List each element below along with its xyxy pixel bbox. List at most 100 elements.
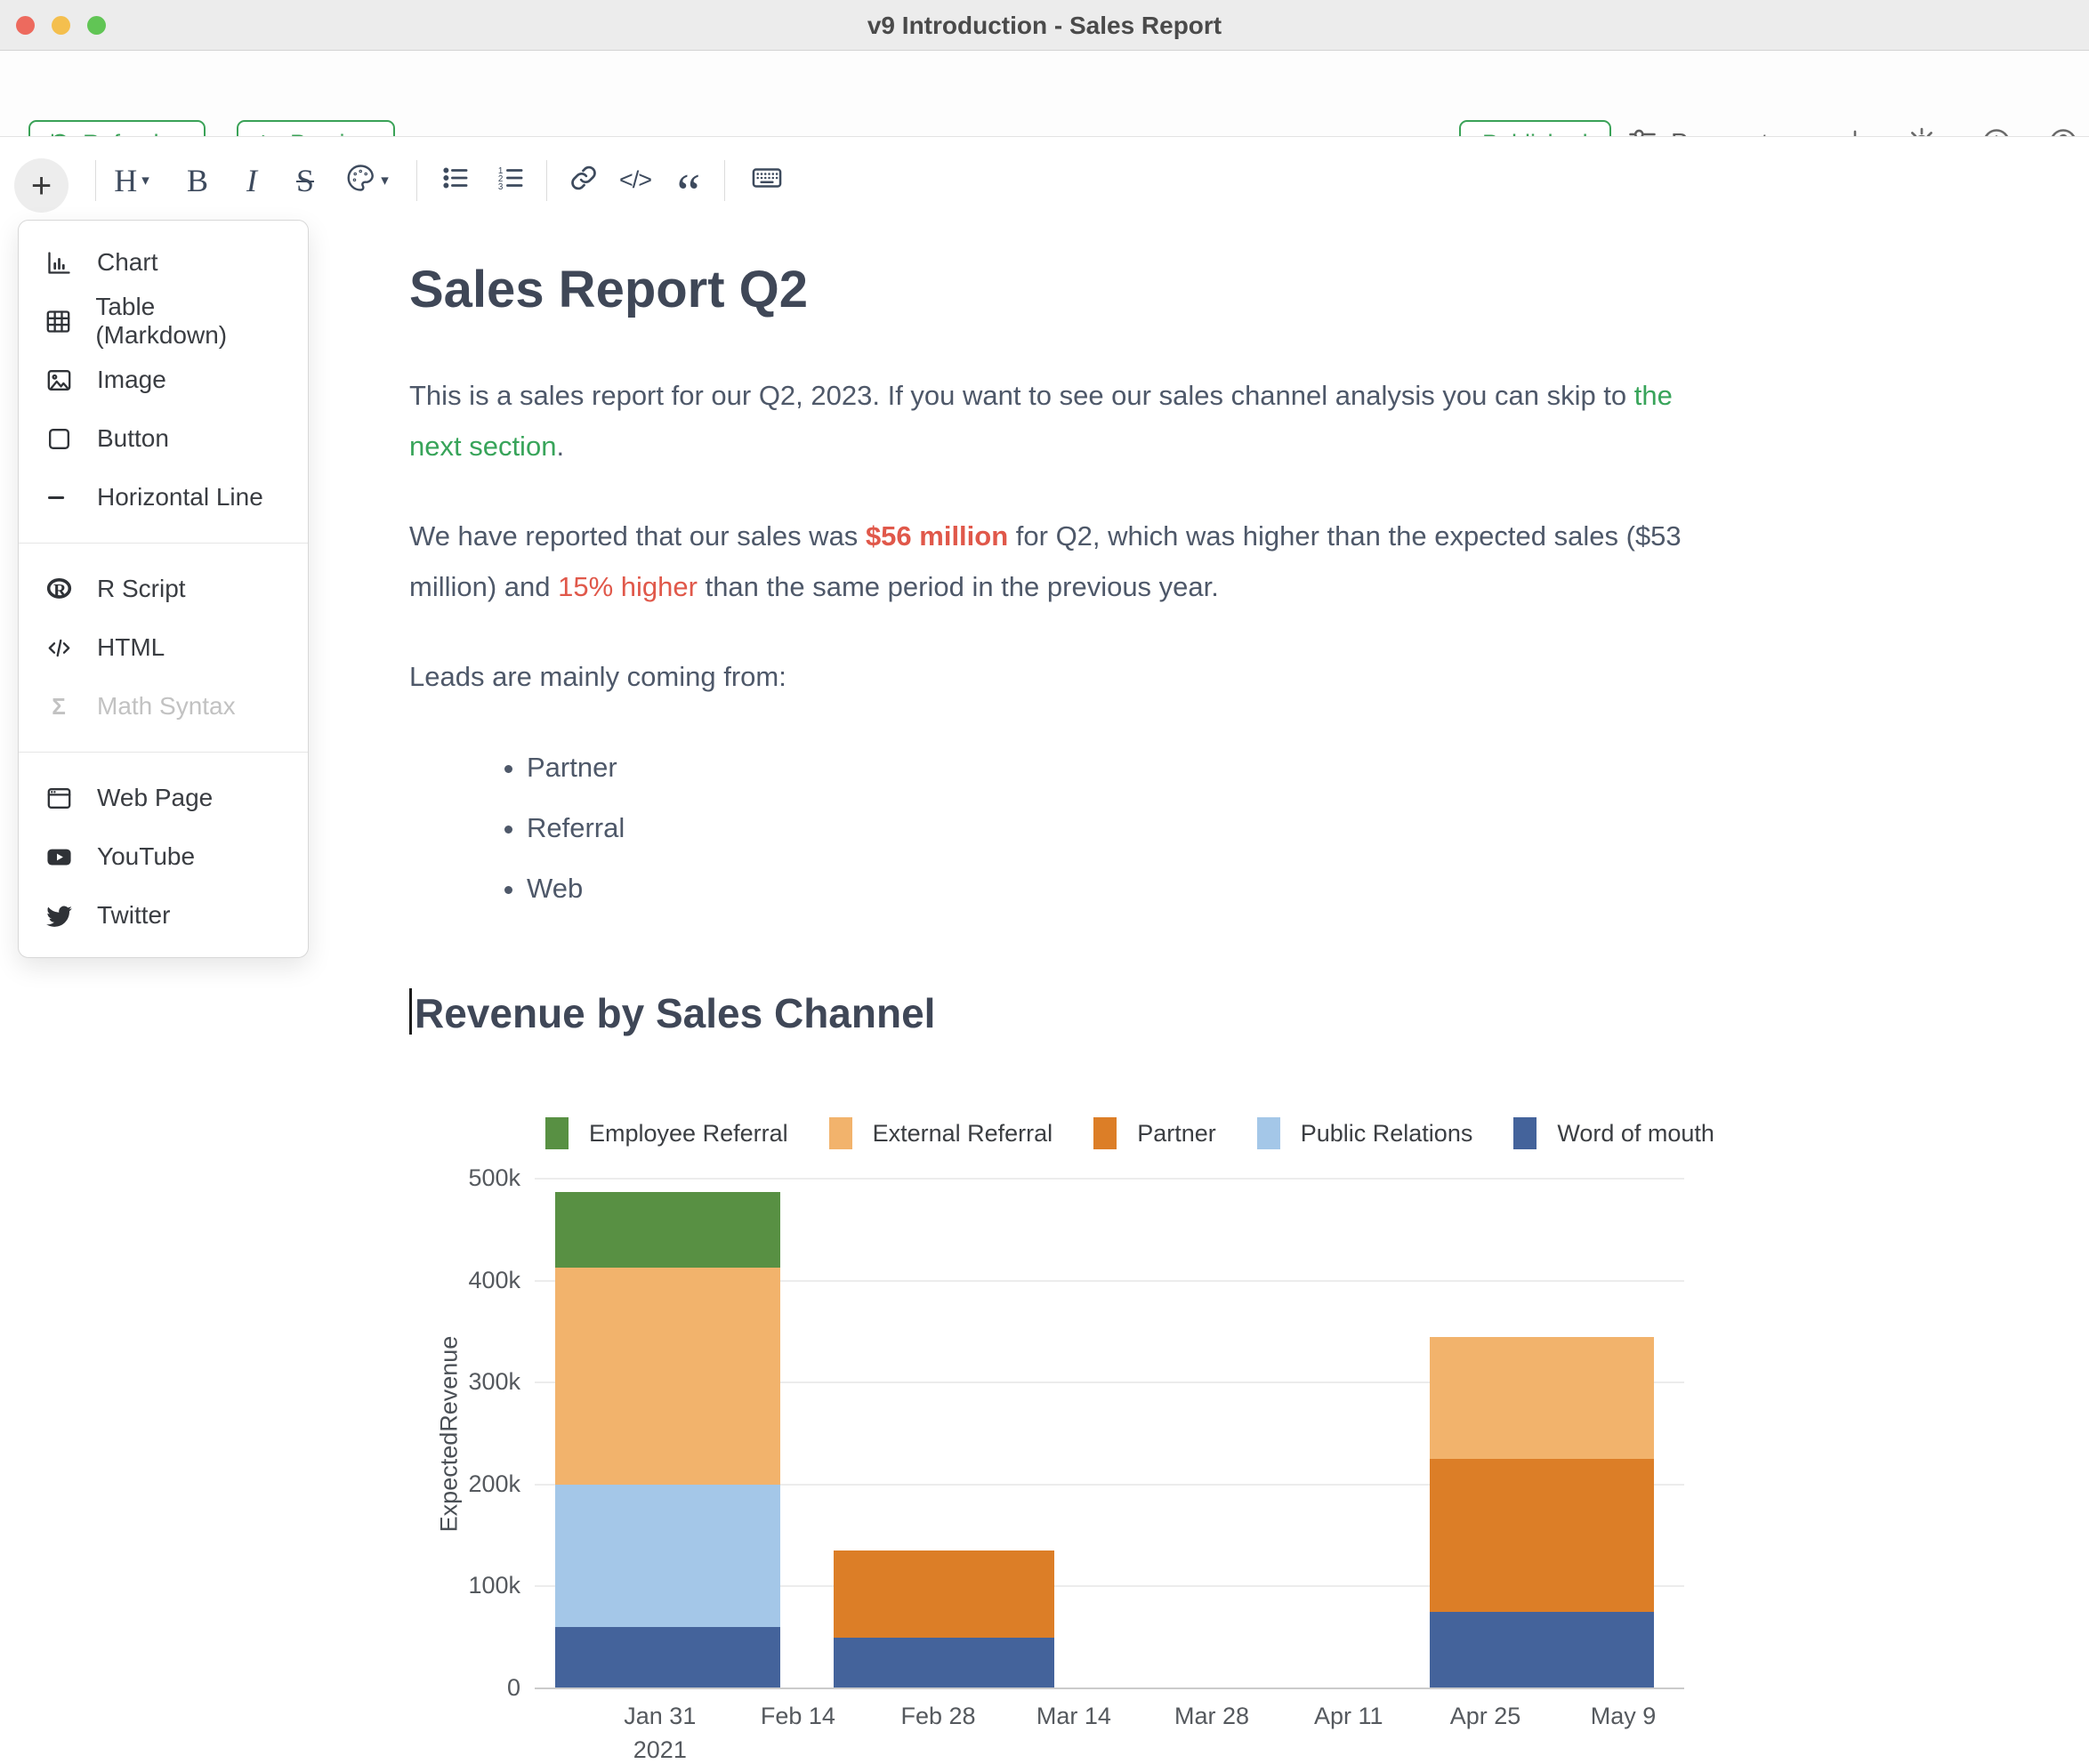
minimize-window-button[interactable] (52, 16, 70, 35)
legend-color-chip (545, 1117, 569, 1149)
paragraph-text: than the same period in the previous yea… (698, 571, 1219, 602)
menu-item-image[interactable]: Image (19, 350, 308, 409)
menu-item-r-script[interactable]: R R Script (19, 560, 308, 618)
chevron-down-icon: ▾ (381, 172, 389, 189)
titlebar: v9 Introduction - Sales Report (0, 0, 2089, 51)
x-axis-tick-label: Feb 28 (875, 1703, 1000, 1730)
legend-color-chip (1513, 1117, 1537, 1149)
strikethrough-icon: S (296, 162, 314, 199)
legend-entry-word-of-mouth[interactable]: Word of mouth (1513, 1117, 1714, 1149)
maximize-window-button[interactable] (87, 16, 106, 35)
menu-item-horizontal-line[interactable]: Horizontal Line (19, 468, 308, 527)
italic-button[interactable]: I (246, 137, 257, 223)
keyboard-icon (750, 161, 784, 199)
x-axis-tick-label: Jan 31 (598, 1703, 722, 1730)
keyboard-shortcuts-button[interactable] (750, 137, 784, 223)
link-button[interactable] (569, 137, 599, 223)
menu-item-html[interactable]: HTML (19, 618, 308, 677)
window-title: v9 Introduction - Sales Report (0, 0, 2089, 51)
page-title: Sales Report Q2 (409, 263, 1708, 317)
paragraph-text: We have reported that our sales was (409, 520, 866, 552)
strikethrough-button[interactable]: S (296, 137, 314, 223)
ordered-list-icon: 123 (496, 163, 526, 197)
link-icon (569, 163, 599, 197)
x-axis-tick-label: Apr 25 (1423, 1703, 1547, 1730)
legend-label: Word of mouth (1557, 1120, 1714, 1148)
paragraph-text: . (556, 431, 564, 462)
legend-color-chip (1093, 1117, 1117, 1149)
svg-text:R: R (53, 581, 67, 600)
code-button[interactable]: </> (619, 137, 651, 223)
toolbar-divider (546, 160, 547, 201)
menu-item-label: R Script (97, 575, 186, 603)
bar-segment-partner (834, 1551, 1054, 1637)
y-axis-tick-label: 0 (432, 1674, 520, 1702)
legend-color-chip (1257, 1117, 1280, 1149)
menu-item-chart[interactable]: Chart (19, 233, 308, 292)
menu-divider (19, 752, 308, 753)
toolbar-divider (724, 160, 725, 201)
menu-item-button[interactable]: Button (19, 409, 308, 468)
heading-icon: H (114, 162, 137, 199)
legend-entry-employee-referral[interactable]: Employee Referral (545, 1117, 788, 1149)
blockquote-button[interactable]: “ (677, 137, 701, 223)
menu-item-label: YouTube (97, 842, 195, 871)
youtube-icon (42, 842, 76, 872)
bullet-list-button[interactable] (440, 137, 471, 223)
gridline (535, 1484, 1684, 1486)
italic-icon: I (246, 162, 257, 199)
web-page-icon (42, 784, 76, 813)
x-axis-line (535, 1687, 1684, 1689)
leads-list: PartnerReferralWeb (495, 748, 1708, 908)
gridline (535, 1585, 1684, 1587)
paragraph-intro: This is a sales report for our Q2, 2023.… (409, 370, 1708, 471)
menu-item-label: Button (97, 424, 169, 453)
x-axis-tick-label: Mar 28 (1149, 1703, 1274, 1730)
bullet-list-icon (440, 163, 471, 197)
svg-text:3: 3 (498, 182, 504, 192)
menu-item-youtube[interactable]: YouTube (19, 827, 308, 886)
formatting-toolbar: H ▾ B I S ▾ 123 </> “ (0, 136, 2089, 222)
bar-segment-word-of-mouth (555, 1627, 780, 1688)
y-axis-tick-label: 100k (432, 1572, 520, 1599)
r-script-icon: R (42, 575, 76, 604)
insert-block-button[interactable]: + (14, 158, 69, 213)
list-item: Referral (527, 809, 1708, 848)
menu-item-label: Web Page (97, 784, 213, 812)
section-title-text: Revenue by Sales Channel (415, 990, 935, 1036)
heading-style-button[interactable]: H ▾ (114, 137, 149, 223)
menu-divider (19, 543, 308, 544)
legend-label: Public Relations (1301, 1120, 1473, 1148)
close-window-button[interactable] (16, 16, 35, 35)
math-icon: Σ (42, 693, 76, 721)
x-axis-year-label: 2021 (598, 1736, 722, 1764)
gridline (535, 1280, 1684, 1282)
bar-segment-partner (1430, 1459, 1654, 1612)
twitter-icon (42, 901, 76, 930)
legend-entry-external-referral[interactable]: External Referral (829, 1117, 1053, 1149)
bar-segment-word-of-mouth (834, 1638, 1054, 1688)
document-editor[interactable]: Sales Report Q2 This is a sales report f… (409, 263, 1708, 1036)
legend-entry-partner[interactable]: Partner (1093, 1117, 1216, 1149)
ordered-list-button[interactable]: 123 (496, 137, 526, 223)
menu-item-table-markdown[interactable]: Table (Markdown) (19, 292, 308, 350)
paragraph-sales: We have reported that our sales was $56 … (409, 511, 1708, 612)
html-icon (42, 633, 76, 663)
sales-amount-highlight: $56 million (866, 520, 1008, 552)
list-item: Web (527, 869, 1708, 908)
bar-segment-employee-referral (555, 1192, 780, 1268)
menu-item-twitter[interactable]: Twitter (19, 886, 308, 945)
legend-entry-public-relations[interactable]: Public Relations (1257, 1117, 1473, 1149)
chart-legend: Employee Referral External Referral Partne… (545, 1117, 1714, 1149)
menu-item-label: Twitter (97, 901, 170, 930)
text-color-button[interactable]: ▾ (344, 137, 389, 223)
x-axis-tick-label: May 9 (1561, 1703, 1686, 1730)
horizontal-line-icon (42, 483, 76, 512)
paragraph-leads: Leads are mainly coming from: (409, 651, 1708, 702)
toolbar-divider (95, 160, 96, 201)
bold-button[interactable]: B (187, 137, 208, 223)
legend-label: Partner (1137, 1120, 1216, 1148)
app-window: v9 Introduction - Sales Report Refresh ▾… (0, 0, 2089, 1764)
menu-item-web-page[interactable]: Web Page (19, 769, 308, 827)
image-icon (42, 366, 76, 395)
